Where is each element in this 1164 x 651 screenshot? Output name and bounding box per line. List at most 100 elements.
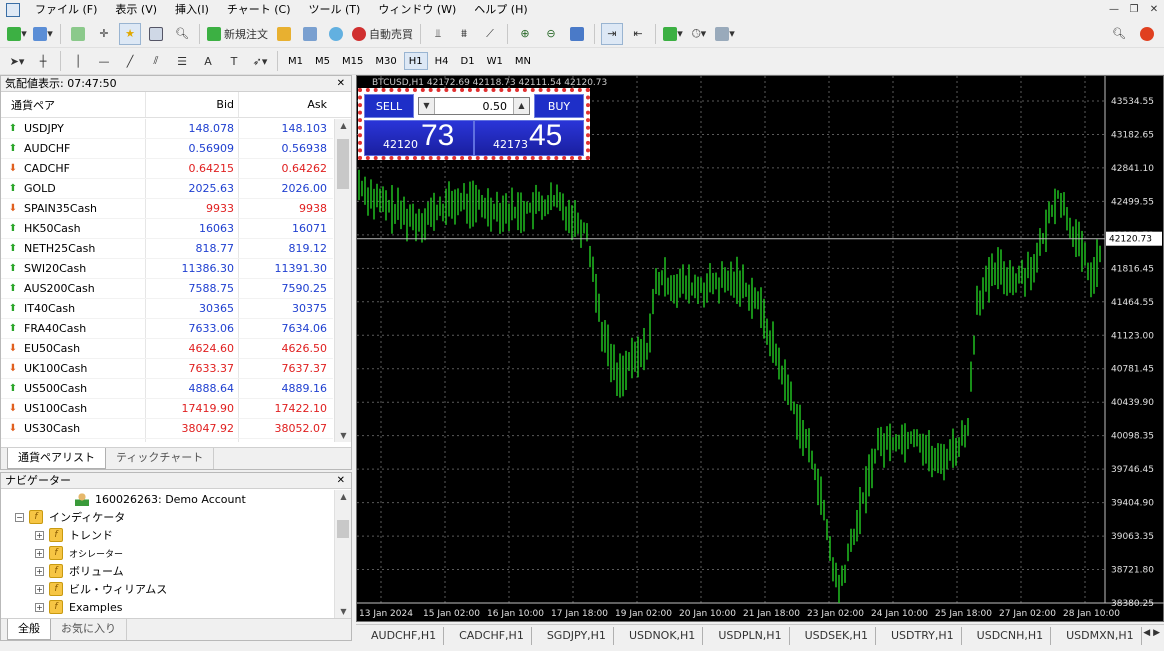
scroll-up-icon[interactable]: ▲ bbox=[335, 121, 352, 130]
tab-symbols[interactable]: 通貨ペアリスト bbox=[7, 448, 106, 469]
timeframe-mn[interactable]: MN bbox=[510, 52, 536, 70]
search-button[interactable]: 🔍︎ bbox=[1108, 23, 1130, 45]
tree-bill-williams[interactable]: + f ビル・ウィリアムス bbox=[1, 580, 333, 598]
menu-insert[interactable]: 挿入(I) bbox=[166, 0, 218, 20]
timeframe-m30[interactable]: M30 bbox=[370, 52, 401, 70]
chart-tab[interactable]: CADCHF,H1 bbox=[444, 626, 532, 645]
trendline-tool[interactable]: ╱ bbox=[119, 50, 141, 72]
expand-icon[interactable]: + bbox=[35, 548, 44, 558]
expand-icon[interactable]: + bbox=[35, 566, 44, 576]
menu-window[interactable]: ウィンドウ (W) bbox=[369, 0, 465, 20]
tree-indicators[interactable]: − f インディケータ bbox=[1, 508, 333, 526]
tile-windows-button[interactable] bbox=[566, 23, 588, 45]
timeframe-h1[interactable]: H1 bbox=[403, 52, 428, 70]
table-row[interactable]: ⬆ USDJPY 148.078 148.103 bbox=[1, 119, 333, 139]
zoom-out-button[interactable]: ⊖ bbox=[540, 23, 562, 45]
bid-column-header[interactable]: Bid bbox=[146, 92, 239, 117]
templates-button[interactable]: ▾ bbox=[714, 23, 736, 45]
timeframe-d1[interactable]: D1 bbox=[456, 52, 480, 70]
table-row[interactable]: ⬇ UK100Cash 7633.37 7637.37 bbox=[1, 359, 333, 379]
expand-icon[interactable]: + bbox=[35, 602, 44, 612]
table-row[interactable]: ⬇JP225Cash3597435981 bbox=[1, 439, 333, 442]
symbol-column-header[interactable]: 通貨ペア bbox=[1, 92, 146, 117]
lot-increase-icon[interactable]: ▲ bbox=[513, 98, 529, 114]
signals-button[interactable] bbox=[325, 23, 347, 45]
timeframe-h4[interactable]: H4 bbox=[430, 52, 454, 70]
fibonacci-tool[interactable]: ☰ bbox=[171, 50, 193, 72]
cursor-tool[interactable]: ➤ ▾ bbox=[6, 50, 28, 72]
timeframe-w1[interactable]: W1 bbox=[482, 52, 508, 70]
chart-tab[interactable]: USDMXN,H1 bbox=[1051, 626, 1142, 645]
buy-price-button[interactable]: 42173 45 bbox=[474, 119, 584, 156]
chart-shift-button[interactable]: ⇤ bbox=[627, 23, 649, 45]
tree-examples[interactable]: + f Examples bbox=[1, 598, 333, 616]
table-row[interactable]: ⬆ SWI20Cash 11386.30 11391.30 bbox=[1, 259, 333, 279]
minimize-icon[interactable]: — bbox=[1106, 2, 1122, 18]
terminal-toggle[interactable] bbox=[145, 23, 167, 45]
table-row[interactable]: ⬇ EU50Cash 4624.60 4626.50 bbox=[1, 339, 333, 359]
scroll-down-icon[interactable]: ▼ bbox=[335, 431, 352, 440]
tester-toggle[interactable]: 🔍︎ bbox=[171, 23, 193, 45]
menu-chart[interactable]: チャート (C) bbox=[218, 0, 300, 20]
table-row[interactable]: ⬆ US500Cash 4888.64 4889.16 bbox=[1, 379, 333, 399]
chart-tab[interactable]: USDCNH,H1 bbox=[962, 626, 1052, 645]
navigator-toggle[interactable]: ★ bbox=[119, 22, 141, 45]
scroll-up-icon[interactable]: ▲ bbox=[335, 492, 352, 501]
menu-view[interactable]: 表示 (V) bbox=[106, 0, 166, 20]
account-button[interactable] bbox=[299, 23, 321, 45]
new-order-button[interactable]: 新規注文 bbox=[206, 23, 269, 45]
menu-help[interactable]: ヘルプ (H) bbox=[465, 0, 536, 20]
periods-button[interactable]: 🕓︎ ▾ bbox=[688, 23, 710, 45]
tree-trend[interactable]: + f トレンド bbox=[1, 526, 333, 544]
market-watch-scrollbar[interactable]: ▲ ▼ bbox=[334, 119, 351, 442]
table-row[interactable]: ⬇ US100Cash 17419.90 17422.10 bbox=[1, 399, 333, 419]
tab-common[interactable]: 全般 bbox=[7, 619, 51, 640]
equidistant-channel-tool[interactable]: ⫽ bbox=[145, 50, 167, 72]
tab-favorites[interactable]: お気に入り bbox=[51, 619, 127, 640]
bar-chart-button[interactable]: ⫫ bbox=[427, 23, 449, 45]
chart-tab[interactable]: USDTRY,H1 bbox=[876, 626, 962, 645]
new-chart-button[interactable]: ▾ bbox=[6, 23, 28, 45]
candle-chart-button[interactable]: ⩩ bbox=[453, 23, 475, 45]
data-window-toggle[interactable]: ✛ bbox=[93, 23, 115, 45]
arrows-tool[interactable]: ➶ ▾ bbox=[249, 50, 271, 72]
crosshair-tool[interactable]: ┼ bbox=[32, 50, 54, 72]
ask-column-header[interactable]: Ask bbox=[239, 92, 331, 117]
menu-tools[interactable]: ツール (T) bbox=[300, 0, 370, 20]
table-row[interactable]: ⬆ AUDCHF 0.56909 0.56938 bbox=[1, 139, 333, 159]
tab-scroll-icon[interactable]: ◀ ▶ bbox=[1143, 628, 1160, 638]
metaeditor-button[interactable] bbox=[273, 23, 295, 45]
market-watch-toggle[interactable] bbox=[67, 23, 89, 45]
timeframe-m5[interactable]: M5 bbox=[310, 52, 335, 70]
sell-button[interactable]: SELL bbox=[364, 94, 414, 118]
timeframe-m15[interactable]: M15 bbox=[337, 52, 368, 70]
collapse-icon[interactable]: − bbox=[15, 512, 24, 522]
table-row[interactable]: ⬇ US30Cash 38047.92 38052.07 bbox=[1, 419, 333, 439]
profiles-button[interactable]: ▾ bbox=[32, 23, 54, 45]
tree-volumes[interactable]: + f ボリューム bbox=[1, 562, 333, 580]
zoom-in-button[interactable]: ⊕ bbox=[514, 23, 536, 45]
menu-file[interactable]: ファイル (F) bbox=[26, 0, 106, 20]
table-row[interactable]: ⬇ CADCHF 0.64215 0.64262 bbox=[1, 159, 333, 179]
text-label-tool[interactable]: T bbox=[223, 50, 245, 72]
sell-price-button[interactable]: 42120 73 bbox=[364, 119, 474, 156]
table-row[interactable]: ⬆ HK50Cash 16063 16071 bbox=[1, 219, 333, 239]
chart-tab[interactable]: SGDJPY,H1 bbox=[532, 626, 614, 645]
close-icon[interactable]: ✕ bbox=[337, 473, 345, 489]
text-tool[interactable]: A bbox=[197, 50, 219, 72]
scroll-thumb[interactable] bbox=[337, 139, 349, 189]
chart-tab[interactable]: USDPLN,H1 bbox=[703, 626, 790, 645]
auto-trading-button[interactable]: 自動売買 bbox=[351, 23, 414, 45]
vertical-line-tool[interactable]: │ bbox=[67, 50, 89, 72]
buy-button[interactable]: BUY bbox=[534, 94, 584, 118]
tree-oscillators[interactable]: + f オシレーター bbox=[1, 544, 333, 562]
lot-decrease-icon[interactable]: ▼ bbox=[419, 98, 435, 114]
table-row[interactable]: ⬇ SPAIN35Cash 9933 9938 bbox=[1, 199, 333, 219]
timeframe-m1[interactable]: M1 bbox=[283, 52, 308, 70]
navigator-scrollbar[interactable]: ▲ ▼ bbox=[334, 490, 351, 618]
restore-icon[interactable]: ❐ bbox=[1126, 2, 1142, 18]
table-row[interactable]: ⬆ GOLD 2025.63 2026.00 bbox=[1, 179, 333, 199]
notifications-button[interactable] bbox=[1136, 23, 1158, 45]
lot-size-input[interactable]: 0.50 bbox=[435, 100, 513, 113]
autoscroll-button[interactable]: ⇥ bbox=[601, 22, 623, 45]
